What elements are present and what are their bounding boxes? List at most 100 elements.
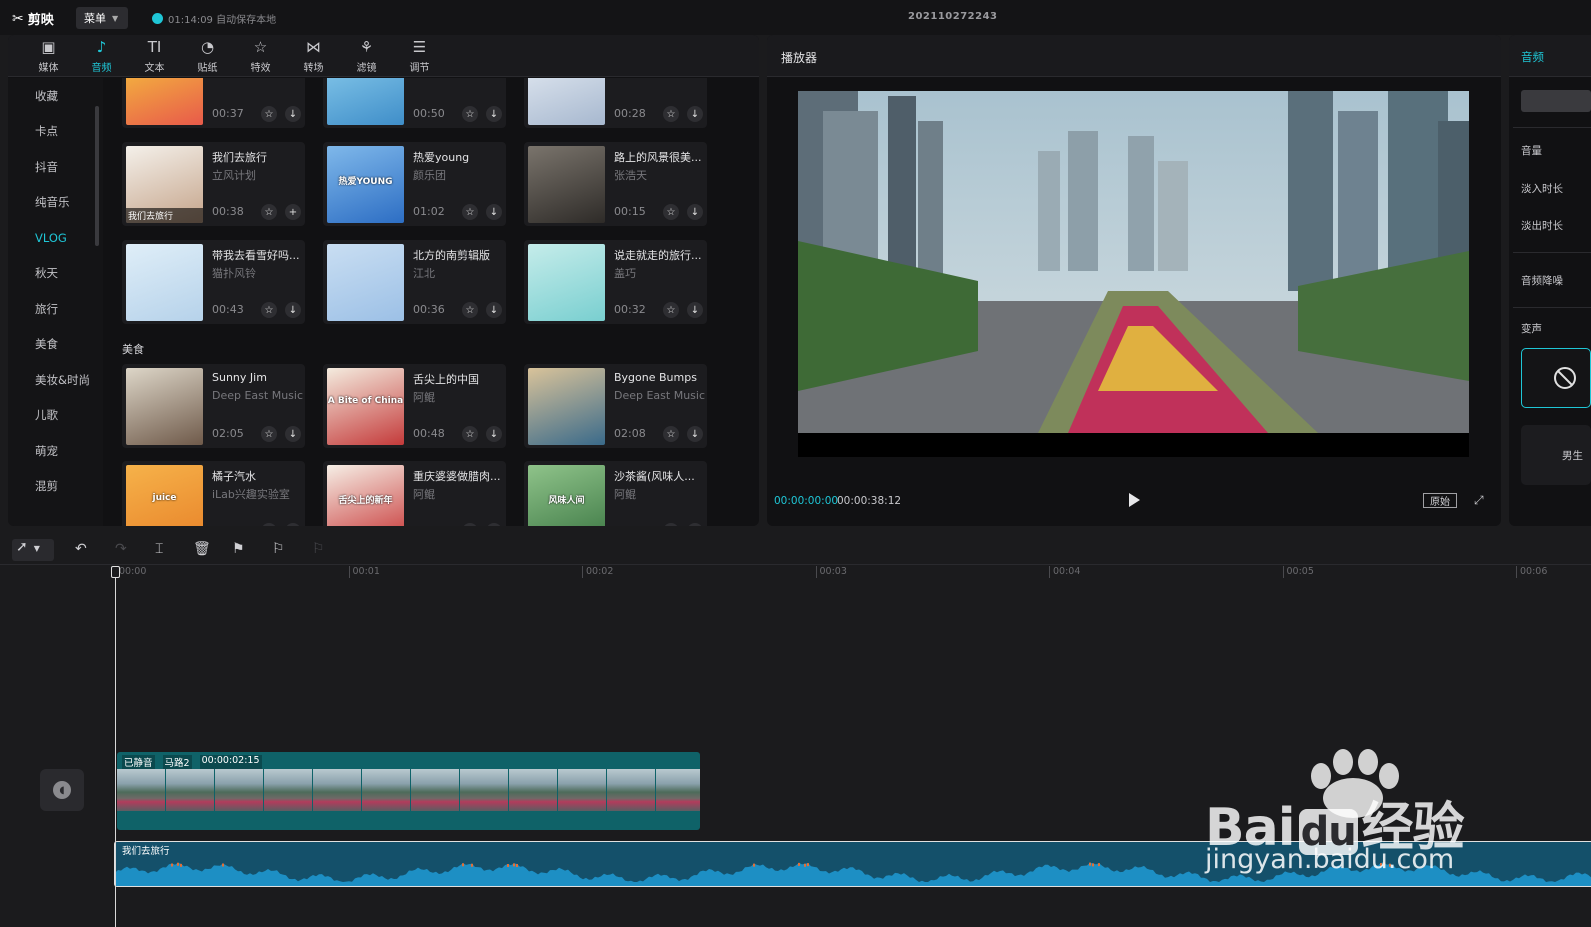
play-icon[interactable] [1127, 492, 1141, 508]
divider [1513, 307, 1591, 308]
category-item[interactable]: 儿歌 [8, 398, 103, 434]
download-icon[interactable]: ↓ [285, 302, 301, 318]
resource-tabs: ▣ 媒体 ♪ 音频 TI 文本 ◔ 贴纸 ☆ 特效 ⋈ 转场 ⚘ 滤镜 ☰ 调节 [8, 35, 759, 77]
delete-icon[interactable]: 🗑 [193, 541, 211, 557]
voice-option-male[interactable]: 男生 [1521, 425, 1591, 485]
tab-effects-star[interactable]: ☆ 特效 [234, 35, 287, 77]
music-card[interactable]: Bygone Bumps Deep East Music 02:08 ☆ ↓ [524, 364, 707, 448]
category-item[interactable]: 旅行 [8, 291, 103, 327]
download-icon[interactable]: ↓ [486, 523, 502, 526]
category-item[interactable]: VLOG [8, 220, 103, 256]
section-label-food: 美食 [122, 343, 144, 356]
category-item[interactable]: 卡点 [8, 114, 103, 150]
category-item[interactable]: 抖音 [8, 149, 103, 185]
download-icon[interactable]: ↓ [486, 204, 502, 220]
tab-filter[interactable]: ⚘ 滤镜 [340, 35, 393, 77]
category-item[interactable]: 美食 [8, 327, 103, 363]
music-card[interactable]: 00:28 ☆ ↓ [524, 78, 707, 128]
filmstrip-frame [558, 769, 607, 811]
song-title: 舌尖上的中国 [413, 373, 479, 386]
playhead[interactable] [115, 566, 116, 927]
undo-icon[interactable]: ↶ [75, 541, 87, 557]
tab-transition[interactable]: ⋈ 转场 [287, 35, 340, 77]
music-card[interactable]: A Bite of China 舌尖上的中国 阿鲲 00:48 ☆ ↓ [323, 364, 506, 448]
favorite-star-icon[interactable]: ☆ [462, 204, 478, 220]
voice-option-none[interactable] [1521, 348, 1591, 408]
category-item[interactable]: 收藏 [8, 78, 103, 114]
favorite-star-icon[interactable]: ☆ [663, 302, 679, 318]
category-item[interactable]: 纯音乐 [8, 185, 103, 221]
download-icon[interactable]: ↓ [285, 426, 301, 442]
music-card[interactable]: 舌尖上的新年 重庆婆婆做腊肉... 阿鲲 ☆ ↓ [323, 461, 506, 526]
favorite-star-icon[interactable]: ☆ [462, 523, 478, 526]
add-icon[interactable]: + [285, 204, 301, 220]
music-card[interactable]: Sunny Jim Deep East Music 02:05 ☆ ↓ [122, 364, 305, 448]
music-card[interactable]: 我们去旅行 我们去旅行 立风计划 00:38 ☆ + [122, 142, 305, 226]
music-card[interactable]: 带我去看雪好吗... 猫扑风铃 00:43 ☆ ↓ [122, 240, 305, 324]
music-card[interactable]: 北方的南剪辑版 江北 00:36 ☆ ↓ [323, 240, 506, 324]
favorite-star-icon[interactable]: ☆ [663, 106, 679, 122]
tab-label: 文本 [144, 62, 165, 74]
favorite-star-icon[interactable]: ☆ [261, 426, 277, 442]
tab-media[interactable]: ▣ 媒体 [22, 35, 75, 77]
tab-text[interactable]: TI 文本 [128, 35, 181, 77]
download-icon[interactable]: ↓ [486, 426, 502, 442]
category-item[interactable]: 美妆&时尚 [8, 362, 103, 398]
music-card[interactable]: 00:50 ☆ ↓ [323, 78, 506, 128]
favorite-star-icon[interactable]: ☆ [663, 204, 679, 220]
download-icon[interactable]: ↓ [486, 106, 502, 122]
tab-sticker[interactable]: ◔ 贴纸 [181, 35, 234, 77]
tab-music-note[interactable]: ♪ 音频 [75, 35, 128, 77]
music-card[interactable]: juice 橘子汽水 iLab兴趣实验室 ☆ ↓ [122, 461, 305, 526]
time-ruler[interactable]: 00:00 00:01 00:02 00:03 00:04 00:05 00:06 [0, 566, 1591, 580]
download-icon[interactable]: ↓ [285, 106, 301, 122]
menu-button[interactable]: 菜单 ▼ [76, 7, 128, 29]
music-card[interactable]: 热爱YOUNG 热爱young 颜乐团 01:02 ☆ ↓ [323, 142, 506, 226]
album-cover [327, 78, 404, 125]
favorite-star-icon[interactable]: ☆ [663, 523, 679, 526]
favorite-star-icon[interactable]: ☆ [663, 426, 679, 442]
fullscreen-icon[interactable]: ⤢ [1474, 493, 1484, 508]
transition-icon: ⋈ [306, 37, 321, 56]
tab-label: 滤镜 [356, 62, 377, 74]
download-icon[interactable]: ↓ [687, 204, 703, 220]
flag-icon[interactable]: ⚐ [272, 541, 285, 557]
favorite-star-icon[interactable]: ☆ [462, 426, 478, 442]
redo-icon[interactable]: ↷ [115, 541, 127, 557]
video-clip[interactable]: 已静音 马路2 00:00:02:15 [117, 752, 700, 830]
music-card[interactable]: 00:37 ☆ ↓ [122, 78, 305, 128]
favorite-star-icon[interactable]: ☆ [261, 204, 277, 220]
download-icon[interactable]: ↓ [687, 523, 703, 526]
favorite-star-icon[interactable]: ☆ [462, 302, 478, 318]
favorite-star-icon[interactable]: ☆ [261, 106, 277, 122]
select-tool-button[interactable]: ➚ ▼ [12, 539, 54, 561]
download-icon[interactable]: ↓ [687, 426, 703, 442]
playhead-handle[interactable] [111, 566, 120, 578]
track-mute-button[interactable]: ◖ [40, 769, 84, 811]
download-icon[interactable]: ↓ [285, 523, 301, 526]
album-cover: 我们去旅行 [126, 146, 203, 223]
music-card[interactable]: 风味人间 沙茶酱(风味人... 阿鲲 ☆ ↓ [524, 461, 707, 526]
split-icon[interactable]: ⌶ [155, 541, 163, 557]
favorite-star-icon[interactable]: ☆ [261, 302, 277, 318]
category-item[interactable]: 混剪 [8, 469, 103, 505]
music-card[interactable]: 说走就走的旅行... 盖巧 00:32 ☆ ↓ [524, 240, 707, 324]
song-duration: 00:50 [413, 107, 445, 120]
song-artist: 阿鲲 [614, 488, 636, 501]
music-card[interactable]: 路上的风景很美... 张浩天 00:15 ☆ ↓ [524, 142, 707, 226]
tab-adjust-sliders[interactable]: ☰ 调节 [393, 35, 446, 77]
category-scrollbar[interactable] [95, 106, 99, 246]
auto-beat-icon[interactable]: ⚑ [232, 541, 245, 557]
download-icon[interactable]: ↓ [486, 302, 502, 318]
category-item[interactable]: 萌宠 [8, 433, 103, 469]
audio-name-field[interactable] [1521, 90, 1591, 112]
download-icon[interactable]: ↓ [687, 302, 703, 318]
favorite-star-icon[interactable]: ☆ [462, 106, 478, 122]
video-preview[interactable] [798, 91, 1469, 457]
category-item[interactable]: 秋天 [8, 256, 103, 292]
favorite-star-icon[interactable]: ☆ [261, 523, 277, 526]
flag-disabled-icon[interactable]: ⚐ [312, 541, 325, 557]
download-icon[interactable]: ↓ [687, 106, 703, 122]
tab-audio-properties[interactable]: 音频 [1521, 49, 1544, 65]
aspect-ratio-original-button[interactable]: 原始 [1423, 493, 1457, 508]
